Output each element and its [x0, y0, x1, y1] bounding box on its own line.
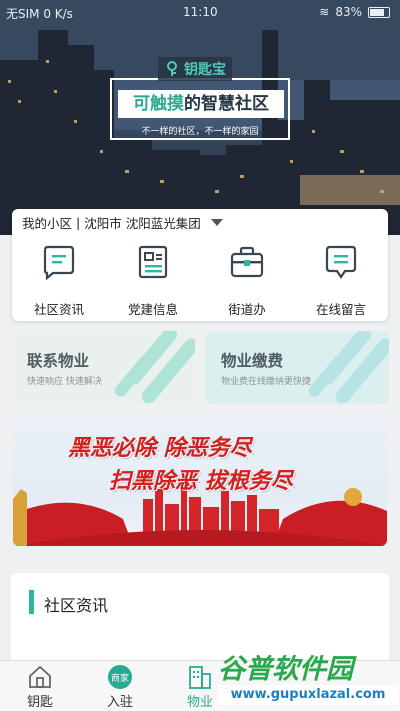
section-accent-bar: [29, 590, 34, 614]
community-separator: |: [76, 215, 81, 230]
status-right: ≋ 83%: [319, 5, 390, 19]
community-name: 沈阳蓝光集团: [125, 216, 201, 231]
battery-icon: [368, 6, 390, 18]
community-label: 我的小区: [22, 216, 73, 231]
slogan-accent: 可触摸: [133, 94, 184, 114]
home-icon: [29, 665, 51, 688]
quick-action-community-news[interactable]: 社区资讯: [12, 239, 106, 319]
community-city: 沈阳市: [84, 216, 122, 231]
hero-banner: 无SIM 0 K/s 11:10 ≋ 83% 钥匙宝 可触摸的智慧社区 不一样的…: [0, 0, 400, 235]
banner-line-1: 黑恶必除 除恶务尽: [68, 436, 252, 461]
hero-subtitle: 不一样的社区，不一样的家园: [141, 127, 259, 137]
quick-action-street-office[interactable]: 街道办: [200, 239, 294, 319]
tab-label: 入驻: [106, 695, 133, 710]
briefcase-icon: [230, 246, 264, 278]
decorative-stripes-icon: [308, 331, 389, 404]
merchant-icon: 商家: [108, 665, 132, 689]
service-title: 物业缴费: [221, 352, 284, 370]
quick-action-party-info[interactable]: 党建信息: [106, 239, 200, 319]
status-network: 无SIM 0 K/s: [6, 7, 73, 21]
battery-percent: 83%: [335, 5, 362, 19]
service-subtitle: 物业费在线缴纳更快捷: [221, 377, 312, 387]
document-icon: [138, 245, 168, 279]
decorative-stripes-icon: [114, 331, 195, 404]
building-icon: [189, 666, 211, 689]
message-icon: [325, 245, 357, 279]
dropdown-caret-icon: [210, 219, 223, 226]
watermark-url: www.gupuxlazal.com: [218, 685, 398, 705]
quick-action-label: 街道办: [228, 302, 266, 317]
brand-logo: 钥匙宝: [158, 57, 232, 81]
merchant-badge-text: 商家: [111, 672, 129, 684]
community-card: 我的小区 | 沈阳市 沈阳蓝光集团 社区资讯 党建信息 街道办 在线留言: [12, 209, 388, 321]
quick-action-label: 在线留言: [315, 302, 366, 317]
quick-action-label: 党建信息: [127, 302, 178, 317]
section-title: 社区资讯: [44, 596, 109, 615]
wifi-icon: ≋: [319, 5, 330, 19]
status-bar: 无SIM 0 K/s 11:10 ≋ 83%: [0, 0, 400, 26]
hero-slogan: 可触摸的智慧社区: [118, 90, 284, 118]
banner-line-2: 扫黑除恶 拔根务尽: [109, 469, 293, 494]
tab-label: 钥匙: [26, 695, 53, 710]
anti-crime-banner[interactable]: 黑恶必除 除恶务尽 扫黑除恶 拔根务尽: [13, 419, 387, 546]
key-logo-icon: [167, 61, 177, 76]
slogan-rest: 的智慧社区: [184, 94, 269, 114]
contact-property-card[interactable]: 联系物业 快速响应 快速解决: [11, 331, 195, 404]
community-selector[interactable]: 我的小区 | 沈阳市 沈阳蓝光集团: [22, 213, 223, 232]
site-watermark: 谷普软件园 www.gupuxlazal.com: [218, 647, 398, 707]
quick-action-online-message[interactable]: 在线留言: [294, 239, 388, 319]
tab-key[interactable]: 钥匙: [0, 661, 80, 711]
brand-name: 钥匙宝: [184, 62, 226, 78]
service-subtitle: 快速响应 快速解决: [27, 377, 102, 387]
status-time: 11:10: [183, 5, 218, 19]
property-payment-card[interactable]: 物业缴费 物业费在线缴纳更快捷: [205, 331, 389, 404]
watermark-title: 谷普软件园: [218, 654, 353, 685]
quick-action-label: 社区资讯: [33, 302, 84, 317]
news-icon: [43, 245, 75, 280]
service-title: 联系物业: [27, 352, 90, 370]
tab-settle-in[interactable]: 商家 入驻: [80, 661, 160, 711]
